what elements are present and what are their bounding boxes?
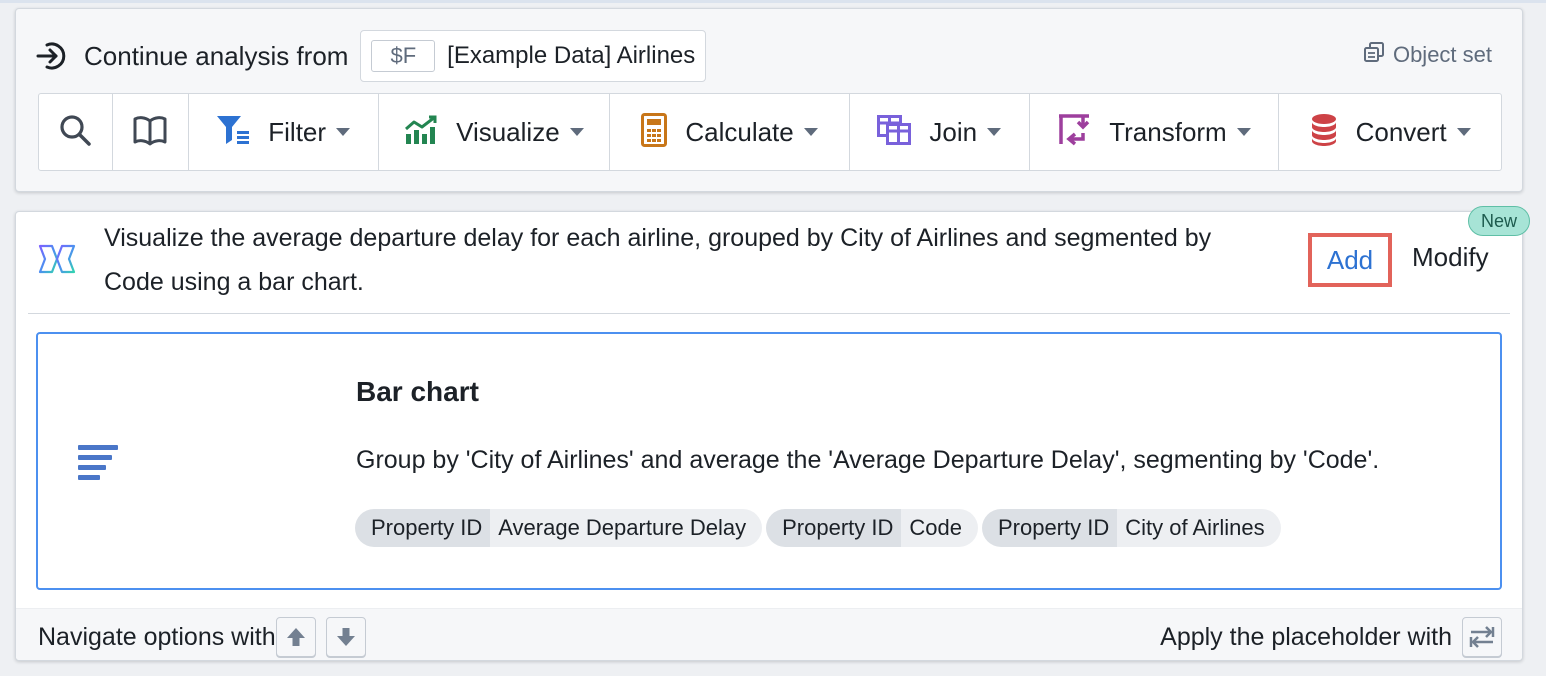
convert-button[interactable]: Convert — [1279, 94, 1501, 170]
keyboard-hints-footer: Navigate options with Apply the placehol… — [16, 608, 1522, 660]
chevron-down-icon — [569, 128, 584, 136]
search-button[interactable] — [39, 94, 113, 170]
calculator-icon — [641, 112, 668, 152]
source-object-set-chip[interactable]: $F [Example Data] Airlines — [360, 30, 707, 82]
property-tag-key: Property ID — [981, 509, 1118, 547]
ai-assist-icon — [38, 244, 76, 279]
continue-analysis-label: Continue analysis from — [84, 40, 349, 71]
transform-icon — [1057, 113, 1091, 152]
option-title: Bar chart — [356, 376, 479, 407]
chevron-down-icon — [1236, 128, 1251, 136]
property-tag-value: Code — [901, 509, 978, 547]
visualize-button[interactable]: Visualize — [379, 94, 611, 170]
property-tag-value: Average Departure Delay — [490, 509, 763, 547]
continue-analysis-row: Continue analysis from $F [Example Data]… — [34, 29, 707, 83]
arrow-down-key-icon — [325, 617, 366, 657]
modify-button[interactable]: Modify — [1412, 242, 1489, 273]
filter-button[interactable]: Filter — [189, 94, 379, 170]
book-icon — [133, 114, 167, 151]
search-icon — [58, 113, 92, 152]
property-tag-key: Property ID — [355, 509, 491, 547]
property-tag: Property ID City of Airlines — [981, 509, 1281, 547]
filter-icon — [216, 114, 250, 151]
calculate-label: Calculate — [685, 116, 794, 147]
property-tag: Property ID Average Departure Delay — [355, 509, 763, 547]
calculate-button[interactable]: Calculate — [610, 94, 850, 170]
chevron-down-icon — [336, 128, 351, 136]
suggestion-text: Visualize the average departure delay fo… — [104, 224, 1212, 296]
convert-label: Convert — [1355, 116, 1447, 147]
analysis-toolbar-card: Continue analysis from $F [Example Data]… — [15, 8, 1523, 192]
chart-trend-icon — [404, 114, 438, 151]
new-badge: New — [1467, 206, 1530, 236]
add-button[interactable]: Add — [1308, 233, 1392, 287]
option-description: Group by 'City of Airlines' and average … — [356, 446, 1380, 474]
transform-label: Transform — [1109, 116, 1227, 147]
join-label: Join — [929, 116, 978, 147]
apply-placeholder-hint: Apply the placeholder with — [1160, 617, 1502, 657]
join-table-icon — [877, 114, 912, 150]
join-button[interactable]: Join — [850, 94, 1030, 170]
property-tag-key: Property ID — [766, 509, 902, 547]
visualize-label: Visualize — [456, 116, 560, 147]
top-edge-line — [0, 0, 1546, 3]
chevron-down-icon — [803, 128, 818, 136]
tab-key-icon — [1462, 617, 1502, 657]
chevron-down-icon — [987, 128, 1002, 136]
bar-chart-option[interactable]: Bar chart Group by 'City of Airlines' an… — [36, 332, 1502, 590]
object-set-icon — [1363, 41, 1385, 69]
documentation-button[interactable] — [113, 94, 189, 170]
arrow-right-circle-icon — [34, 38, 70, 74]
object-set-link[interactable]: Object set — [1363, 41, 1492, 69]
database-icon — [1310, 113, 1338, 152]
filter-label: Filter — [268, 116, 327, 147]
transform-button[interactable]: Transform — [1030, 94, 1280, 170]
navigate-hint-label: Navigate options with — [38, 622, 276, 651]
object-set-label: Object set — [1392, 42, 1492, 67]
navigate-hint: Navigate options with — [38, 617, 366, 657]
property-tag-value: City of Airlines — [1117, 509, 1281, 547]
arrow-up-key-icon — [275, 617, 316, 657]
chevron-down-icon — [1456, 128, 1471, 136]
source-name: [Example Data] Airlines — [447, 42, 696, 69]
divider — [28, 313, 1510, 314]
property-tags: Property ID Average Departure Delay Prop… — [355, 509, 1281, 547]
analysis-toolbar: Filter Visualize Calculate Join Transfor… — [38, 93, 1502, 171]
ai-suggestion-card: Visualize the average departure delay fo… — [15, 206, 1530, 661]
horizontal-bar-chart-icon — [78, 444, 120, 487]
apply-hint-label: Apply the placeholder with — [1160, 622, 1452, 651]
property-tag: Property ID Code — [766, 509, 978, 547]
variable-badge: $F — [371, 40, 436, 72]
